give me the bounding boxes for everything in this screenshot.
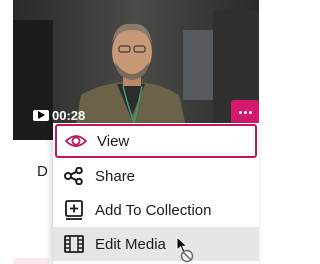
media-card-title-fragment: D [37, 163, 48, 180]
more-dots-icon [238, 110, 242, 114]
share-icon [63, 167, 85, 185]
media-card-accent-strip [13, 258, 49, 264]
more-options-button[interactable] [231, 100, 259, 124]
play-icon [33, 109, 49, 121]
media-context-menu: View Share Add To Collection Edit Media [53, 123, 259, 264]
film-edit-icon [63, 235, 85, 253]
menu-item-add-to-collection[interactable]: Add To Collection [53, 193, 259, 227]
menu-item-label: Share [95, 168, 136, 185]
video-duration: 00:28 [52, 107, 86, 123]
menu-item-label: Edit Media [95, 236, 166, 253]
add-to-collection-icon [63, 200, 85, 220]
video-duration-badge: 00:28 [33, 106, 85, 124]
menu-item-label: Add To Collection [95, 202, 212, 219]
menu-item-label: View [97, 133, 130, 150]
menu-item-view[interactable]: View [55, 124, 257, 158]
eye-icon [65, 132, 87, 150]
menu-item-edit-media[interactable]: Edit Media [53, 227, 259, 261]
media-card-body [13, 140, 53, 264]
menu-item-share[interactable]: Share [53, 159, 259, 193]
cursor-busy-icon [176, 235, 202, 264]
